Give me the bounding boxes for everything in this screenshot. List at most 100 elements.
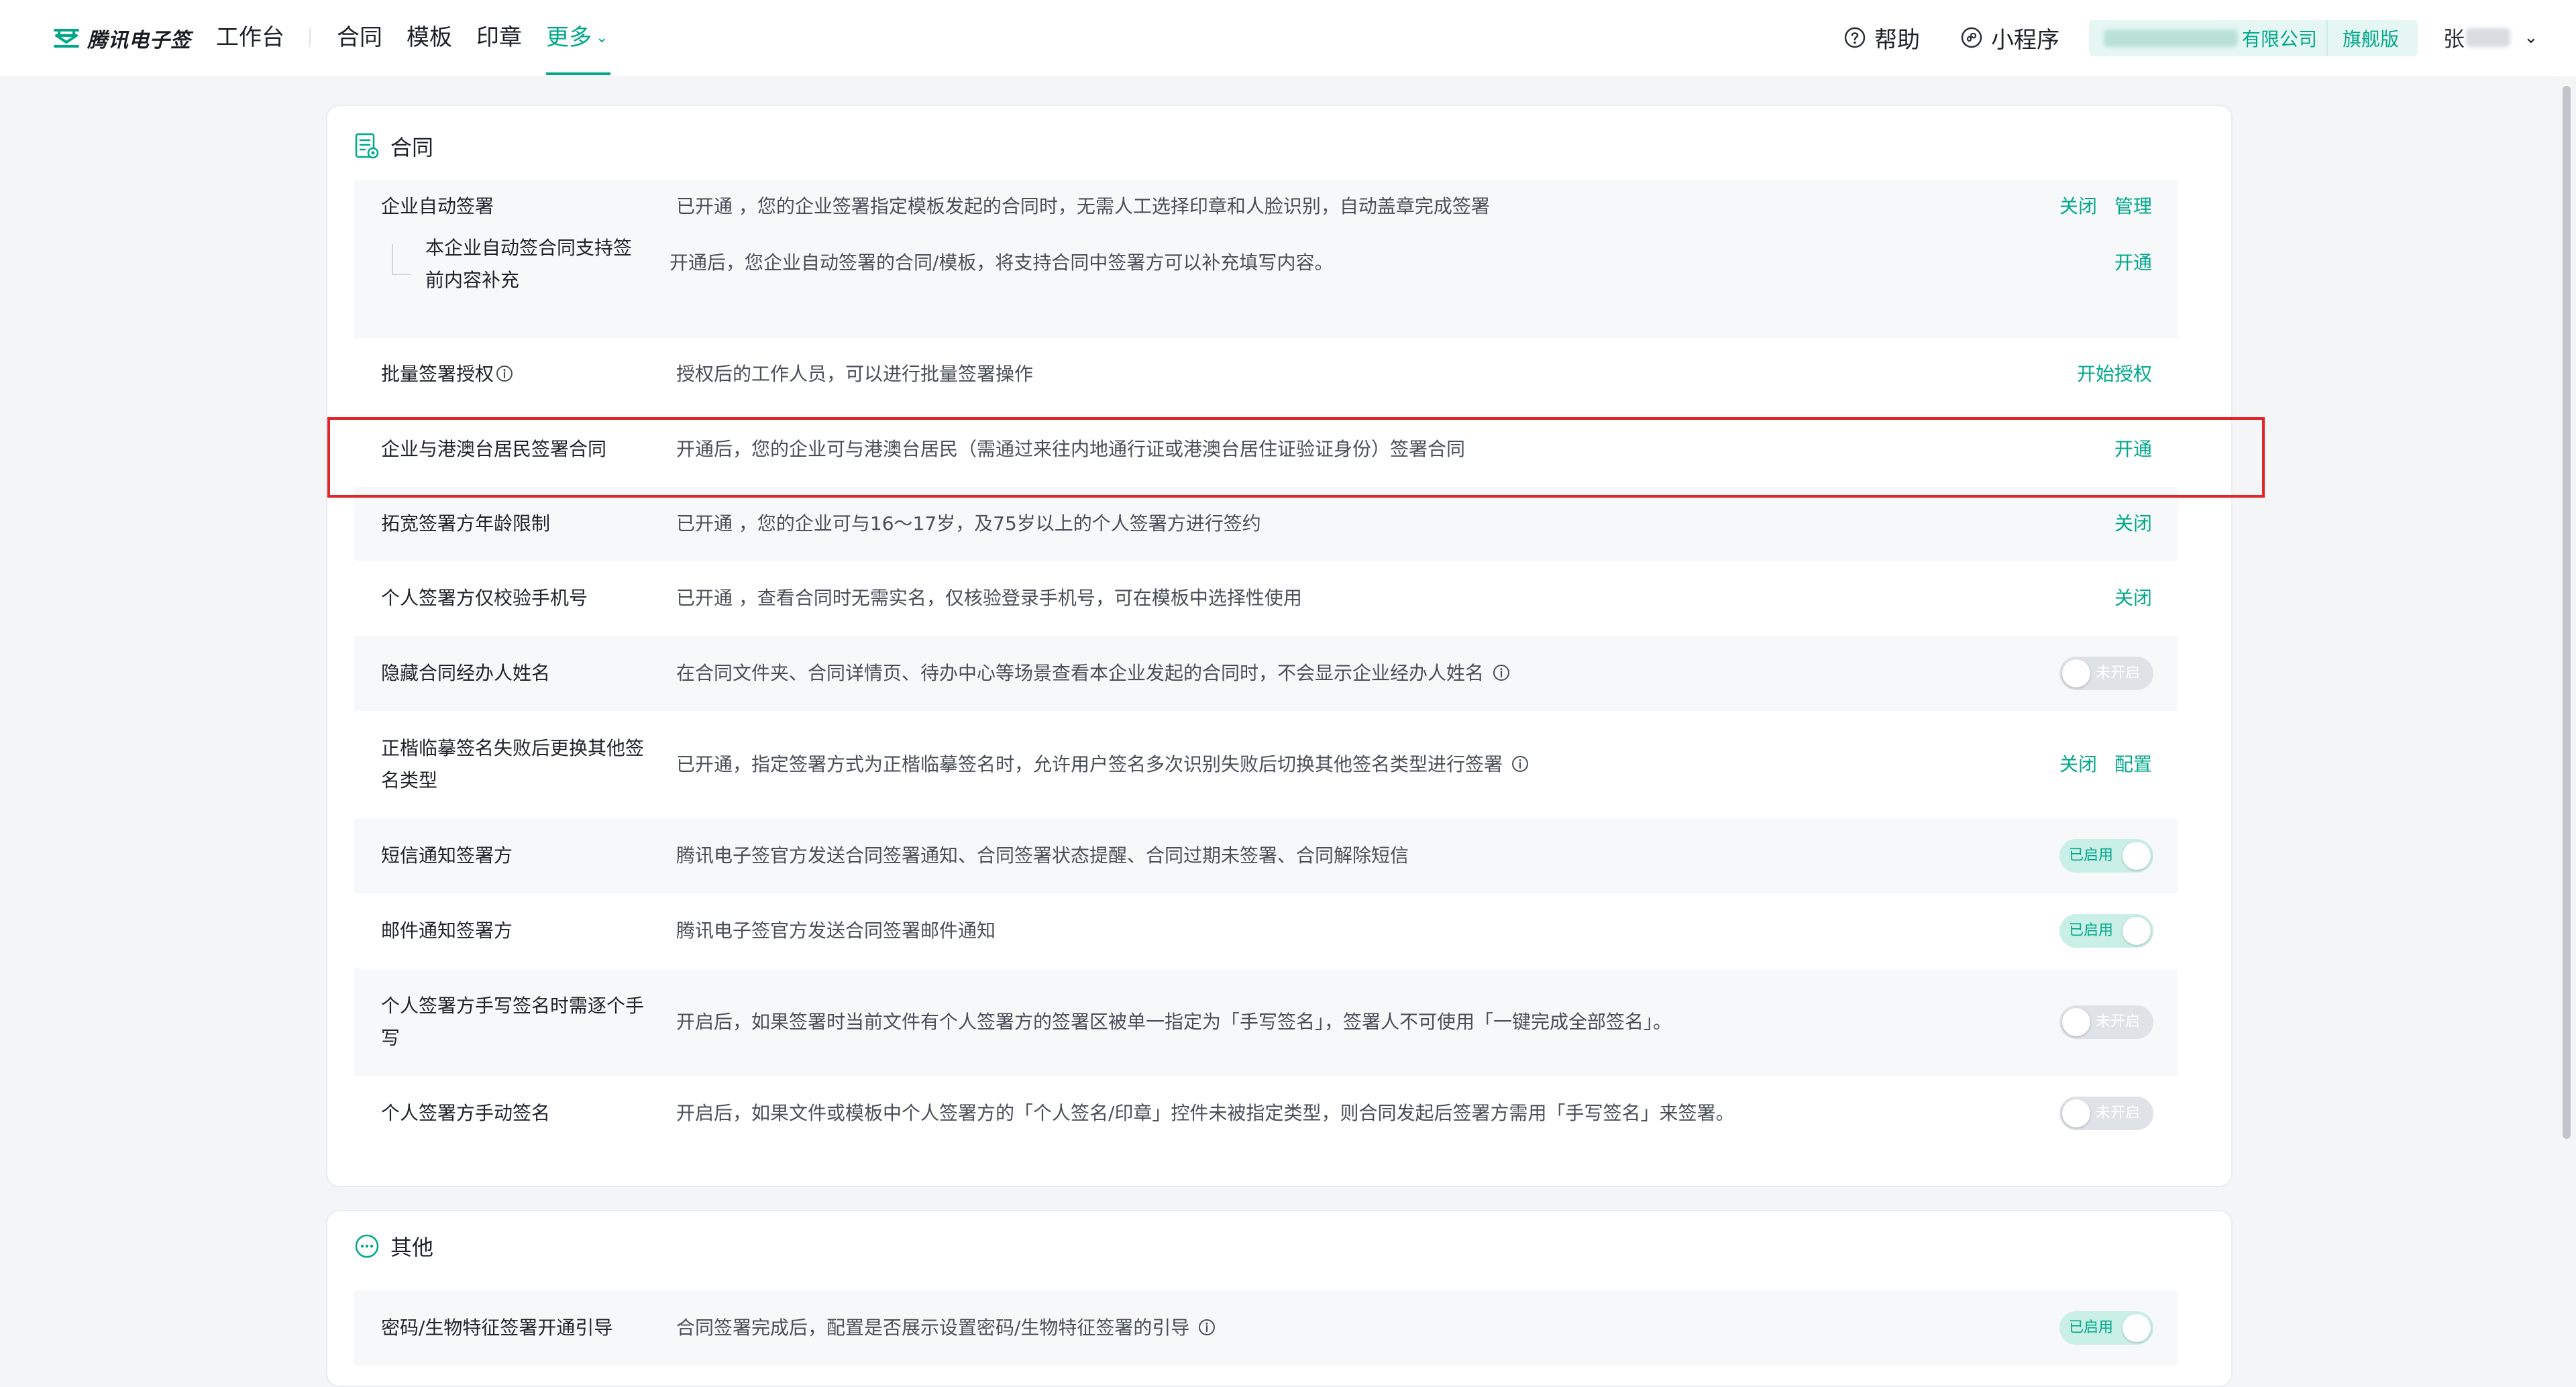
section-title-label: 合同 [390, 135, 434, 160]
nav-workbench[interactable]: 工作台 [216, 23, 284, 52]
top-nav-bar: 腾讯电子签 工作台 合同 模板 印章 更多 ⌄ 帮助 小程序 有限公司 旗舰版 张… [0, 0, 2576, 76]
toggle-switch[interactable]: 已启用 [2059, 1311, 2153, 1345]
setting-label: 企业自动签署 [381, 195, 494, 217]
mini-program-link[interactable]: 小程序 [1960, 23, 2059, 54]
info-icon[interactable] [1492, 663, 1511, 682]
nav-more-label: 更多 [546, 24, 592, 51]
toggle-switch[interactable]: 未开启 [2059, 1005, 2153, 1039]
close-link[interactable]: 关闭 [2059, 195, 2097, 217]
toggle-switch[interactable]: 未开启 [2059, 1097, 2153, 1130]
nav-seal[interactable]: 印章 [476, 23, 522, 52]
info-icon[interactable] [495, 364, 514, 383]
nav-template[interactable]: 模板 [407, 23, 452, 52]
setting-actions: 关闭 [2097, 582, 2152, 614]
toggle-knob [2062, 1008, 2090, 1036]
setting-row-batch-sign: 批量签署授权 授权后的工作人员，可以进行批量签署操作 开始授权 [354, 338, 2178, 412]
setting-description: 已开通 ，查看合同时无需实名，仅核验登录手机号，可在模板中选择性使用 [676, 587, 1302, 609]
nav-contract[interactable]: 合同 [337, 23, 382, 52]
close-link[interactable]: 关闭 [2059, 753, 2097, 775]
setting-label: 个人签署方手写签名时需逐个手写 [381, 995, 645, 1049]
setting-description: 腾讯电子签官方发送合同签署通知、合同签署状态提醒、合同过期未签署、合同解除短信 [676, 844, 1409, 867]
mini-program-label: 小程序 [1991, 26, 2059, 54]
toggle-knob [2062, 659, 2090, 687]
help-link[interactable]: 帮助 [1843, 23, 1920, 54]
toggle-state-label: 已启用 [2069, 1319, 2114, 1336]
setting-row-phone-only: 个人签署方仅校验手机号 已开通 ，查看合同时无需实名，仅核验登录手机号，可在模板… [354, 561, 2178, 636]
company-switcher[interactable]: 有限公司 旗舰版 [2089, 20, 2418, 56]
start-authorize-link[interactable]: 开始授权 [2077, 363, 2152, 385]
section-title-contract: 合同 [354, 131, 433, 161]
close-link[interactable]: 关闭 [2114, 512, 2152, 535]
setting-label: 拓宽签署方年龄限制 [381, 512, 551, 535]
setting-description: 腾讯电子签官方发送合同签署邮件通知 [676, 920, 996, 942]
chevron-down-icon: ⌄ [2524, 27, 2538, 48]
brand-logo[interactable]: 腾讯电子签 [52, 23, 191, 54]
setting-actions: 关闭 [2097, 508, 2152, 540]
more-dots-icon [355, 1234, 379, 1258]
user-menu[interactable]: 张 ⌄ [2443, 23, 2538, 52]
setting-label-with-info: 批量签署授权 [381, 358, 649, 390]
manage-link[interactable]: 管理 [2114, 195, 2152, 217]
setting-label: 个人签署方仅校验手机号 [381, 587, 588, 609]
toggle-switch[interactable]: 未开启 [2059, 657, 2153, 690]
help-label: 帮助 [1874, 26, 1920, 54]
company-divider [2326, 20, 2328, 56]
setting-row-handwrite-each: 个人签署方手写签名时需逐个手写 开启后，如果签署时当前文件有个人签署方的签署区被… [354, 968, 2178, 1076]
setting-row-hide-handler: 隐藏合同经办人姓名 在合同文件夹、合同详情页、待办中心等场景查看本企业发起的合同… [354, 636, 2178, 711]
user-name-redacted [2466, 28, 2511, 47]
setting-row-auto-sign: 企业自动签署 已开通 ，您的企业签署指定模板发起的合同时，无需人工选择印章和人脸… [354, 180, 2178, 338]
setting-row-age-limit: 拓宽签署方年龄限制 已开通 ，您的企业可与16～17岁，及75岁以上的个人签署方… [354, 487, 2178, 561]
enable-link[interactable]: 开通 [2114, 252, 2152, 274]
mini-program-icon [1961, 27, 1982, 48]
toggle-state-label: 已启用 [2069, 922, 2114, 939]
setting-row-email-notify: 邮件通知签署方 腾讯电子签官方发送合同签署邮件通知 已启用 [354, 893, 2178, 968]
setting-label: 批量签署授权 [381, 363, 494, 385]
setting-description-with-info: 合同签署完成后，配置是否展示设置密码/生物特征签署的引导 [676, 1312, 1216, 1344]
tencent-esign-logo-icon [54, 29, 79, 48]
chevron-down-icon: ⌄ [596, 30, 608, 46]
setting-description: 开启后，如果文件或模板中个人签署方的「个人签名/印章」控件未被指定类型，则合同发… [676, 1102, 1735, 1124]
info-icon[interactable] [1511, 755, 1529, 773]
setting-label: 隐藏合同经办人姓名 [381, 662, 551, 684]
close-link[interactable]: 关闭 [2114, 587, 2152, 609]
toggle-knob [2123, 1314, 2151, 1342]
brand-name: 腾讯电子签 [87, 29, 191, 52]
setting-description: 已开通 ，您的企业签署指定模板发起的合同时，无需人工选择印章和人脸识别，自动盖章… [676, 195, 1490, 217]
contract-settings-card: 合同 企业自动签署 已开通 ，您的企业签署指定模板发起的合同时，无需人工选择印章… [326, 105, 2233, 1187]
setting-actions: 关闭 配置 [2042, 748, 2152, 781]
question-circle-icon [1844, 27, 1866, 48]
setting-description: 已开通 ，您的企业可与16～17岁，及75岁以上的个人签署方进行签约 [676, 512, 1261, 535]
toggle-state-label: 未开启 [2096, 1013, 2141, 1030]
toggle-switch[interactable]: 已启用 [2059, 839, 2153, 873]
toggle-switch[interactable]: 已启用 [2059, 914, 2153, 948]
toggle-state-label: 未开启 [2096, 665, 2141, 681]
setting-description: 已开通，指定签署方式为正楷临摹签名时，允许用户签名多次识别失败后切换其他签名类型… [676, 753, 1503, 775]
setting-label: 本企业自动签合同支持签前内容补充 [425, 237, 633, 291]
setting-description: 授权后的工作人员，可以进行批量签署操作 [676, 363, 1034, 385]
setting-row-manual-sign: 个人签署方手动签名 开启后，如果文件或模板中个人签署方的「个人签名/印章」控件未… [354, 1076, 2178, 1151]
setting-description-with-info: 在合同文件夹、合同详情页、待办中心等场景查看本企业发起的合同时，不会显示企业经办… [676, 657, 1511, 689]
toggle-state-label: 已启用 [2069, 847, 2114, 864]
scrollbar-thumb[interactable] [2563, 86, 2571, 1139]
setting-label: 个人签署方手动签名 [381, 1102, 551, 1124]
toggle-knob [2123, 917, 2151, 945]
setting-label: 密码/生物特征签署开通引导 [381, 1317, 613, 1339]
setting-description: 开启后，如果签署时当前文件有个人签署方的签署区被单一指定为「手写签名」，签署人不… [676, 1011, 1672, 1033]
configure-link[interactable]: 配置 [2114, 753, 2152, 775]
section-title-other: 其他 [354, 1231, 433, 1261]
setting-row-sms-notify: 短信通知签署方 腾讯电子签官方发送合同签署通知、合同签署状态提醒、合同过期未签署… [354, 818, 2178, 893]
nav-divider [309, 28, 311, 47]
other-settings-card: 其他 密码/生物特征签署开通引导 合同签署完成后，配置是否展示设置密码/生物特征… [326, 1210, 2233, 1387]
setting-description: 合同签署完成后，配置是否展示设置密码/生物特征签署的引导 [676, 1317, 1190, 1339]
company-name-suffix: 有限公司 [2242, 28, 2318, 50]
setting-actions: 开始授权 [2059, 358, 2152, 390]
nav-more[interactable]: 更多 ⌄ [546, 23, 608, 53]
setting-label: 正楷临摹签名失败后更换其他签名类型 [381, 737, 645, 791]
page-scrollbar[interactable] [2557, 76, 2576, 1331]
setting-actions: 开通 [2097, 247, 2152, 279]
setting-label: 邮件通知签署方 [381, 920, 513, 942]
tree-connector [392, 244, 411, 275]
section-title-label: 其他 [390, 1235, 434, 1260]
info-icon[interactable] [1197, 1318, 1216, 1337]
setting-description-with-info: 已开通，指定签署方式为正楷临摹签名时，允许用户签名多次识别失败后切换其他签名类型… [676, 748, 1529, 781]
